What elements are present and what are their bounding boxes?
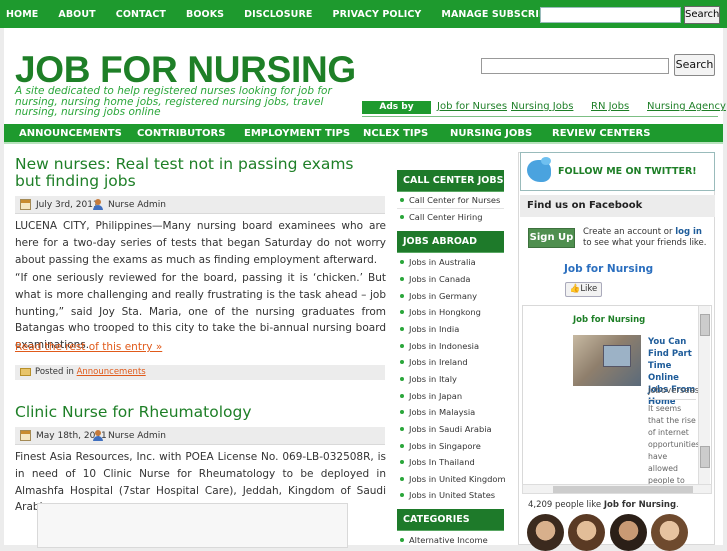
post-paragraph: LUCENA CITY, Philippines—Many nursing bo… (15, 220, 386, 266)
ad-link-job-for-nurses[interactable]: Job for Nurses (437, 101, 507, 112)
stream-horizontal-scrollbar[interactable] (522, 484, 712, 494)
fan-avatar[interactable] (610, 514, 647, 551)
facebook-stream[interactable]: Job for Nursing You Can Find Part Time O… (522, 305, 712, 485)
cat-nclex-tips[interactable]: NCLEX TIPS (363, 124, 428, 143)
facebook-page-name[interactable]: Job for Nursing (564, 263, 653, 275)
fan-avatar[interactable] (651, 514, 688, 551)
call-center-jobs-heading: CALL CENTER JOBS (397, 170, 504, 192)
sidebar-link[interactable]: Jobs in United Kingdom (397, 474, 506, 484)
sidebar-link[interactable]: Jobs in Hongkong (397, 307, 504, 317)
twitter-bird-icon (527, 157, 551, 182)
sidebar-link[interactable]: Jobs in Italy (397, 374, 504, 384)
top-navigation-bar: HOME ABOUT CONTACT BOOKS DISCLOSURE PRIV… (0, 0, 727, 28)
nav-disclosure[interactable]: DISCLOSURE (244, 9, 312, 20)
sidebar-link[interactable]: Jobs In Thailand (397, 457, 504, 467)
top-search-button[interactable]: Search (684, 6, 720, 24)
calendar-icon (20, 199, 31, 210)
stream-vertical-scrollbar[interactable] (698, 306, 710, 484)
thumbs-up-icon: 👍 (569, 284, 581, 294)
fan-avatar[interactable] (527, 514, 564, 551)
facebook-heading: Find us on Facebook (520, 195, 715, 217)
header-search-input[interactable] (481, 58, 669, 74)
sidebar-link[interactable]: Call Center Hiring (397, 212, 504, 222)
sidebar-link[interactable]: Jobs in Canada (397, 274, 504, 284)
post-title[interactable]: Clinic Nurse for Rheumatology (15, 404, 375, 421)
sidebar-link[interactable]: Call Center for Nurses (397, 195, 504, 205)
post-meta: July 3rd, 2011 Nurse Admin (15, 196, 385, 214)
nav-about[interactable]: ABOUT (58, 9, 95, 20)
facebook-signup-button[interactable]: Sign Up (528, 228, 575, 248)
top-search-input[interactable] (540, 7, 681, 23)
cat-contributors[interactable]: CONTRIBUTORS (137, 124, 225, 143)
post-image (37, 503, 348, 548)
author-icon (93, 199, 103, 210)
category-nav: ANNOUNCEMENTS CONTRIBUTORS EMPLOYMENT TI… (4, 124, 723, 144)
author-icon (93, 430, 103, 441)
sidebar-link[interactable]: Jobs in Indonesia (397, 341, 504, 351)
post-meta: May 18th, 2011 Nurse Admin (15, 427, 385, 445)
stream-post-source: joboverseas. (648, 386, 702, 396)
sidebar-link[interactable]: Jobs in Australia (397, 257, 504, 267)
twitter-follow-label: FOLLOW ME ON TWITTER! (558, 166, 697, 177)
post-author: Nurse Admin (108, 200, 166, 210)
posted-in-label: Posted in (35, 367, 74, 377)
stream-post-title[interactable]: You Can Find Part Time Online Jobs From … (648, 336, 698, 408)
facebook-like-button[interactable]: 👍Like (565, 282, 602, 297)
sidebar-link[interactable]: Jobs in United States (397, 490, 504, 500)
nav-contact[interactable]: CONTACT (116, 9, 166, 20)
ads-divider (362, 116, 718, 117)
sidebar-link[interactable]: Jobs in Malaysia (397, 407, 504, 417)
nav-books[interactable]: BOOKS (186, 9, 224, 20)
ad-link-rn-jobs[interactable]: RN Jobs (591, 101, 629, 112)
stream-post-description: It seems that the rise of internet oppor… (648, 404, 700, 485)
site-title[interactable]: JOB FOR NURSING (15, 50, 356, 90)
facebook-login-note: Create an account or log in to see what … (583, 227, 707, 248)
cat-review-centers[interactable]: REVIEW CENTERS (552, 124, 650, 143)
site-tagline: A site dedicated to help registered nurs… (15, 85, 332, 118)
post-category-bar: Posted in Announcements (15, 365, 385, 380)
header-search-button[interactable]: Search (674, 54, 715, 76)
jobs-abroad-heading: JOBS ABROAD (397, 231, 504, 253)
calendar-icon (20, 430, 31, 441)
cat-nursing-jobs[interactable]: NURSING JOBS (450, 124, 532, 143)
nav-privacy-policy[interactable]: PRIVACY POLICY (333, 9, 422, 20)
nav-home[interactable]: HOME (6, 9, 38, 20)
ad-link-nursing-jobs[interactable]: Nursing Jobs (511, 101, 573, 112)
sidebar-link[interactable]: Jobs in Germany (397, 291, 504, 301)
folder-icon (20, 368, 31, 376)
fan-avatar[interactable] (568, 514, 605, 551)
post-author: Nurse Admin (108, 431, 166, 441)
cat-employment-tips[interactable]: EMPLOYMENT TIPS (244, 124, 350, 143)
facebook-like-count: 4,209 people like Job for Nursing. (528, 500, 679, 510)
sidebar-link[interactable]: Jobs in Ireland (397, 357, 504, 367)
sidebar-link[interactable]: Alternative Income (397, 535, 504, 545)
post-title[interactable]: New nurses: Real test not in passing exa… (15, 156, 375, 190)
top-nav: HOME ABOUT CONTACT BOOKS DISCLOSURE PRIV… (6, 0, 599, 28)
sidebar-link[interactable]: Jobs in Singapore (397, 441, 504, 451)
cat-announcements[interactable]: ANNOUNCEMENTS (19, 124, 122, 143)
sidebar-link[interactable]: Jobs in Saudi Arabia (397, 424, 504, 434)
post-category-link[interactable]: Announcements (77, 367, 146, 377)
stream-page-title[interactable]: Job for Nursing (573, 315, 645, 325)
sidebar-link[interactable]: Jobs in Japan (397, 391, 504, 401)
read-more-link[interactable]: Read the rest of this entry » (15, 341, 162, 353)
ads-by-google-badge[interactable]: Ads by Google (362, 101, 431, 125)
categories-heading: CATEGORIES (397, 509, 504, 531)
post-date: July 3rd, 2011 (36, 200, 99, 210)
stream-post-thumbnail[interactable] (573, 335, 641, 386)
sidebar-link[interactable]: Jobs in India (397, 324, 504, 334)
ad-link-nursing-agency[interactable]: Nursing Agency (647, 101, 726, 112)
twitter-follow-box[interactable]: FOLLOW ME ON TWITTER! (520, 152, 715, 191)
facebook-login-link[interactable]: log in (675, 227, 702, 237)
